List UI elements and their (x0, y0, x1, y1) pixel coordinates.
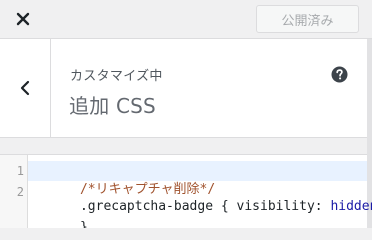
brace-open: { (213, 199, 237, 214)
brace-close: } (79, 220, 88, 228)
css-property: visibility (236, 199, 315, 214)
line-number-gutter: 1 2 (0, 155, 28, 228)
css-selector: .grecaptcha-badge (79, 199, 214, 214)
back-button[interactable] (0, 39, 51, 137)
line-number: 1 (16, 164, 24, 178)
help-icon[interactable] (331, 66, 348, 83)
line-number: 2 (16, 185, 24, 199)
colon: : (314, 199, 331, 214)
close-button[interactable] (0, 0, 45, 38)
chevron-left-icon (20, 80, 30, 96)
customizer-panel: 公開済み カスタマイズ中 追加 CSS 1 2 /*リキャプチャ削除*/ .gr… (0, 0, 372, 228)
publish-button[interactable]: 公開済み (256, 5, 359, 33)
section-header: カスタマイズ中 追加 CSS (0, 39, 372, 138)
close-icon (16, 12, 29, 26)
customizer-header: 公開済み (0, 0, 372, 39)
section-title: 追加 CSS (69, 94, 156, 118)
breadcrumb: カスタマイズ中 (70, 69, 163, 84)
css-value: hidden (330, 199, 372, 214)
css-code-editor[interactable]: 1 2 /*リキャプチャ削除*/ .grecaptcha-badge { vis… (0, 154, 372, 228)
code-line[interactable]: } (33, 205, 88, 228)
